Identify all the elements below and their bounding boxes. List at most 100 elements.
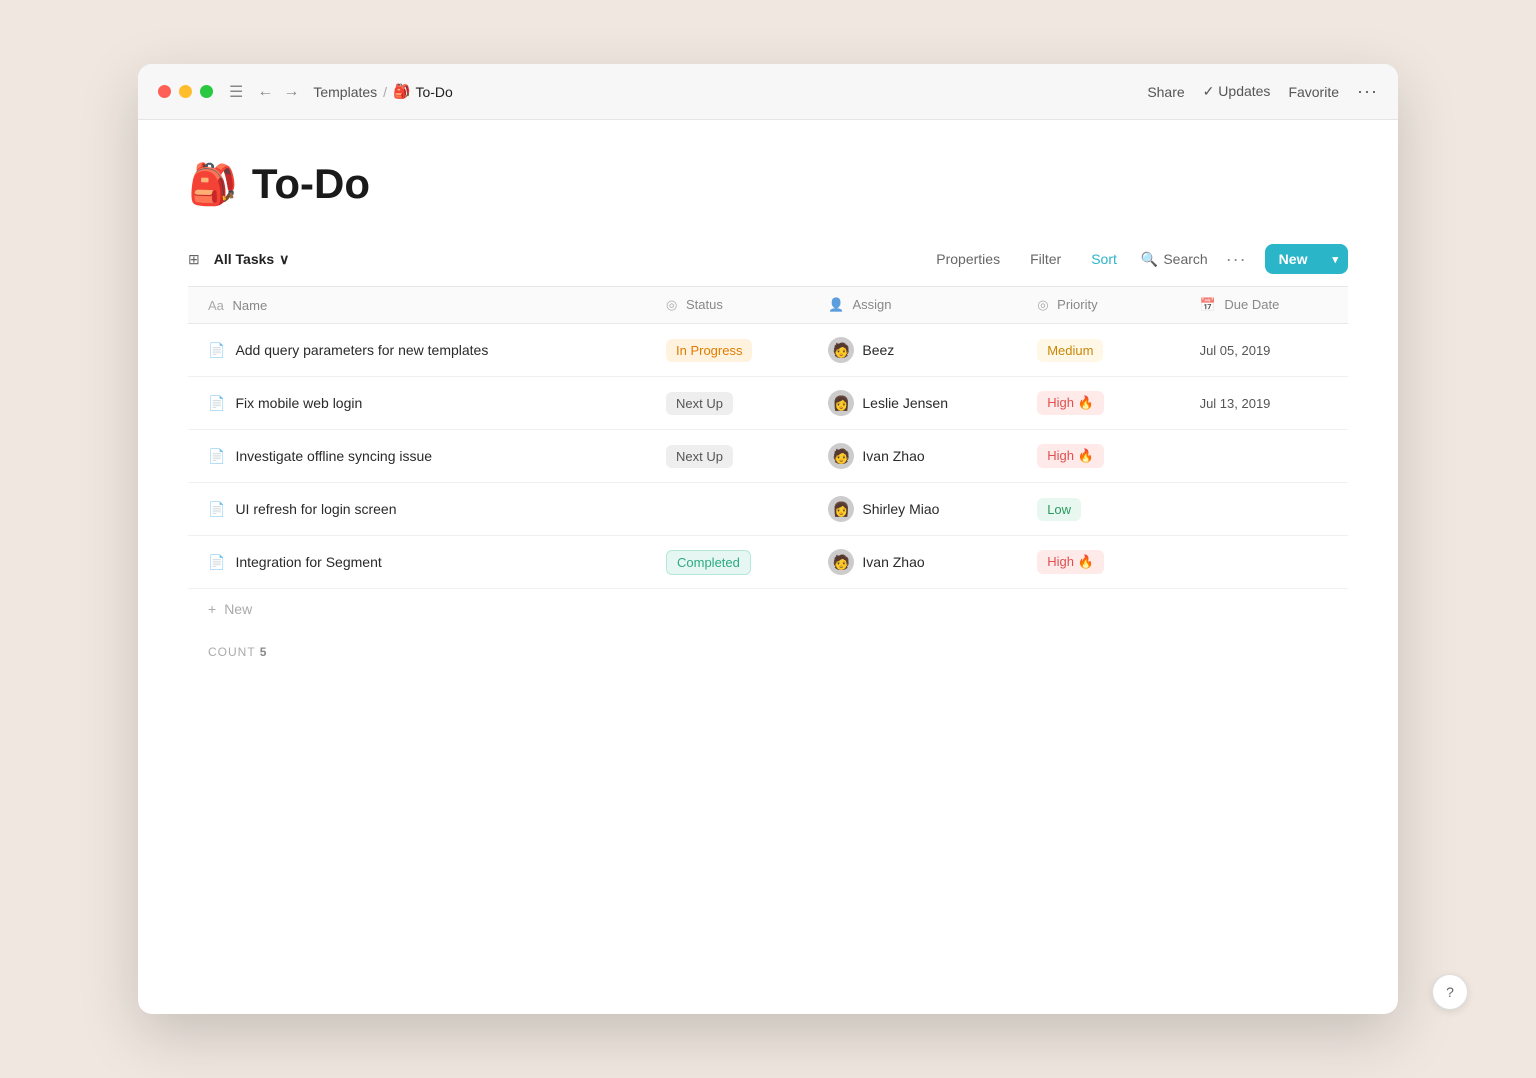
doc-icon: 📄 bbox=[208, 554, 225, 571]
properties-button[interactable]: Properties bbox=[930, 246, 1006, 272]
priority-badge: High 🔥 bbox=[1037, 391, 1104, 415]
main-window: ☰ ← → Templates / 🎒 To-Do Share ✓ Update… bbox=[138, 64, 1398, 1014]
duedate-col-icon: 📅 bbox=[1200, 297, 1216, 312]
close-button[interactable] bbox=[158, 85, 171, 98]
status-badge: Next Up bbox=[666, 392, 733, 415]
breadcrumb-icon: 🎒 bbox=[393, 83, 410, 100]
task-status-cell: In Progress bbox=[652, 324, 814, 377]
new-btn-chevron[interactable]: ▾ bbox=[1322, 246, 1348, 273]
count-row: COUNT 5 bbox=[188, 629, 1348, 675]
task-name-cell: 📄 Add query parameters for new templates bbox=[188, 324, 652, 377]
task-duedate-cell: Jul 13, 2019 bbox=[1186, 377, 1348, 430]
due-date: Jul 05, 2019 bbox=[1200, 343, 1271, 358]
more-toolbar-button[interactable]: ··· bbox=[1226, 249, 1247, 270]
updates-button[interactable]: ✓ Updates bbox=[1203, 83, 1271, 100]
breadcrumb-current: 🎒 To-Do bbox=[393, 83, 453, 100]
col-assign-label: Assign bbox=[852, 297, 891, 312]
all-tasks-label: All Tasks bbox=[214, 251, 274, 267]
task-duedate-cell: Jul 05, 2019 bbox=[1186, 324, 1348, 377]
toolbar-right: Properties Filter Sort 🔍 Search ··· New … bbox=[930, 244, 1348, 274]
table-row[interactable]: 📄 Investigate offline syncing issue Next… bbox=[188, 430, 1348, 483]
breadcrumb-parent[interactable]: Templates bbox=[313, 84, 377, 100]
assign-name: Ivan Zhao bbox=[862, 448, 924, 464]
task-status-cell: Completed bbox=[652, 536, 814, 589]
add-new-row[interactable]: + New bbox=[188, 589, 1348, 629]
avatar: 🧑 bbox=[828, 443, 854, 469]
table-row[interactable]: 📄 Add query parameters for new templates… bbox=[188, 324, 1348, 377]
priority-badge: High 🔥 bbox=[1037, 444, 1104, 468]
task-duedate-cell bbox=[1186, 536, 1348, 589]
filter-button[interactable]: Filter bbox=[1024, 246, 1067, 272]
avatar: 🧑 bbox=[828, 337, 854, 363]
share-button[interactable]: Share bbox=[1147, 84, 1184, 100]
search-button[interactable]: 🔍 Search bbox=[1141, 251, 1208, 268]
doc-icon: 📄 bbox=[208, 448, 225, 465]
task-priority-cell: Medium bbox=[1023, 324, 1185, 377]
col-header-duedate: 📅 Due Date bbox=[1186, 287, 1348, 324]
task-assign-cell: 👩 Shirley Miao bbox=[814, 483, 1023, 536]
task-tbody: 📄 Add query parameters for new templates… bbox=[188, 324, 1348, 589]
priority-badge: High 🔥 bbox=[1037, 550, 1104, 574]
traffic-lights bbox=[158, 85, 213, 98]
add-new-label: New bbox=[224, 601, 252, 617]
task-table: Aa Name ◎ Status 👤 Assign ◎ Priority bbox=[188, 286, 1348, 589]
task-priority-cell: High 🔥 bbox=[1023, 377, 1185, 430]
table-row[interactable]: 📄 Fix mobile web login Next Up 👩 Leslie … bbox=[188, 377, 1348, 430]
sort-button[interactable]: Sort bbox=[1085, 246, 1123, 272]
col-status-label: Status bbox=[686, 297, 723, 312]
search-label: Search bbox=[1163, 251, 1207, 267]
new-button-label: New bbox=[1265, 244, 1322, 274]
col-header-name: Aa Name bbox=[188, 287, 652, 324]
col-header-priority: ◎ Priority bbox=[1023, 287, 1185, 324]
status-col-icon: ◎ bbox=[666, 297, 677, 312]
task-name: Integration for Segment bbox=[235, 554, 381, 570]
task-status-cell: Next Up bbox=[652, 377, 814, 430]
avatar: 🧑 bbox=[828, 549, 854, 575]
task-name-cell: 📄 Fix mobile web login bbox=[188, 377, 652, 430]
col-priority-label: Priority bbox=[1057, 297, 1097, 312]
task-duedate-cell bbox=[1186, 430, 1348, 483]
all-tasks-button[interactable]: All Tasks ∨ bbox=[206, 246, 298, 273]
menu-icon[interactable]: ☰ bbox=[229, 82, 243, 102]
page-header: 🎒 To-Do bbox=[188, 160, 1348, 208]
priority-col-icon: ◎ bbox=[1037, 297, 1048, 312]
favorite-button[interactable]: Favorite bbox=[1288, 84, 1339, 100]
col-duedate-label: Due Date bbox=[1224, 297, 1279, 312]
task-status-cell bbox=[652, 483, 814, 536]
task-priority-cell: High 🔥 bbox=[1023, 536, 1185, 589]
status-badge: In Progress bbox=[666, 339, 752, 362]
new-button[interactable]: New ▾ bbox=[1265, 244, 1348, 274]
task-priority-cell: High 🔥 bbox=[1023, 430, 1185, 483]
task-name-cell: 📄 UI refresh for login screen bbox=[188, 483, 652, 536]
task-name: UI refresh for login screen bbox=[235, 501, 396, 517]
col-header-status: ◎ Status bbox=[652, 287, 814, 324]
count-value: 5 bbox=[260, 645, 268, 659]
name-col-icon: Aa bbox=[208, 298, 224, 313]
task-assign-cell: 👩 Leslie Jensen bbox=[814, 377, 1023, 430]
doc-icon: 📄 bbox=[208, 501, 225, 518]
task-name-cell: 📄 Integration for Segment bbox=[188, 536, 652, 589]
task-name: Add query parameters for new templates bbox=[235, 342, 488, 358]
assign-name: Leslie Jensen bbox=[862, 395, 948, 411]
titlebar-actions: Share ✓ Updates Favorite ··· bbox=[1147, 81, 1378, 102]
table-row[interactable]: 📄 Integration for Segment Completed 🧑 Iv… bbox=[188, 536, 1348, 589]
task-name: Investigate offline syncing issue bbox=[235, 448, 432, 464]
page-title: To-Do bbox=[252, 160, 370, 208]
back-button[interactable]: ← bbox=[257, 83, 273, 101]
doc-icon: 📄 bbox=[208, 342, 225, 359]
priority-badge: Low bbox=[1037, 498, 1081, 521]
forward-button[interactable]: → bbox=[283, 83, 299, 101]
task-status-cell: Next Up bbox=[652, 430, 814, 483]
help-button[interactable]: ? bbox=[1432, 974, 1468, 1010]
more-options-button[interactable]: ··· bbox=[1357, 81, 1378, 102]
maximize-button[interactable] bbox=[200, 85, 213, 98]
table-row[interactable]: 📄 UI refresh for login screen 👩 Shirley … bbox=[188, 483, 1348, 536]
status-badge: Completed bbox=[666, 550, 751, 575]
nav-buttons: ← → bbox=[257, 83, 299, 101]
col-header-assign: 👤 Assign bbox=[814, 287, 1023, 324]
task-assign-cell: 🧑 Ivan Zhao bbox=[814, 536, 1023, 589]
content-area: 🎒 To-Do ⊞ All Tasks ∨ Properties Filter … bbox=[138, 120, 1398, 1014]
minimize-button[interactable] bbox=[179, 85, 192, 98]
breadcrumb: Templates / 🎒 To-Do bbox=[313, 83, 1147, 100]
toolbar: ⊞ All Tasks ∨ Properties Filter Sort 🔍 S… bbox=[188, 244, 1348, 286]
